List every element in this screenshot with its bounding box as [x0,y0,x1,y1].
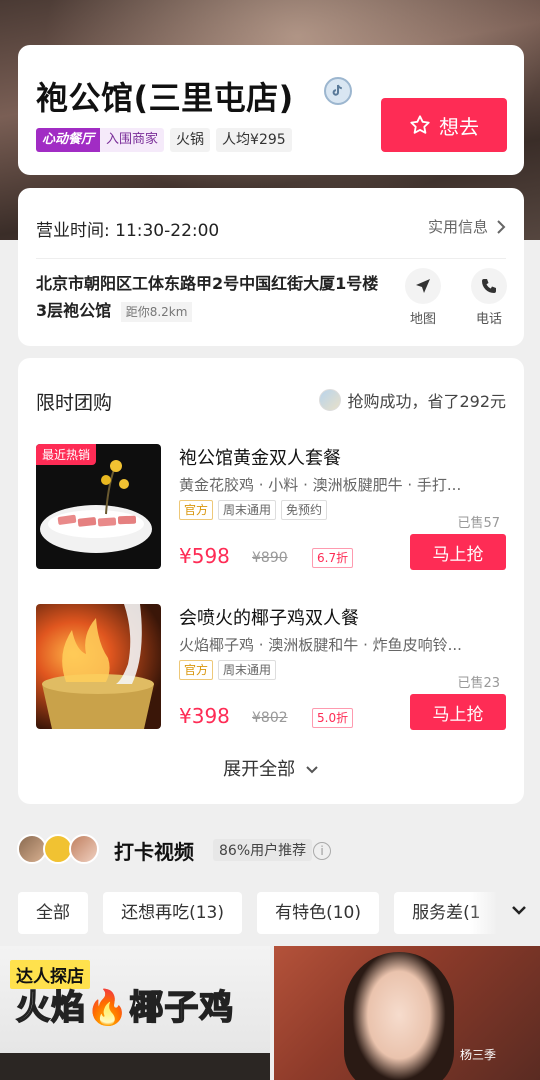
divider [36,258,506,259]
business-hours: 营业时间: 11:30-22:00 [36,221,220,241]
avg-price-tag: 人均¥295 [216,128,292,152]
chevron-right-icon [497,219,506,234]
success-text: 抢购成功，省了292元 [347,392,506,411]
map-label: 地图 [409,312,436,327]
video-filter-bar: 全部 还想再吃(13) 有特色(10) 服务差(1 [18,892,496,934]
buy-now-button[interactable]: 马上抢 [410,694,506,730]
expand-all-button[interactable]: 展开全部 [18,755,524,781]
deal-image [36,604,161,729]
no-reservation-chip: 免预约 [281,500,328,520]
deal-name: 袍公馆黄金双人套餐 [179,448,341,469]
want-label: 想去 [439,114,479,139]
weekend-chip: 周末通用 [218,500,277,520]
address-text: 北京市朝阳区工体东路甲2号中国红街大厦1号楼3层袍公馆 [36,274,379,320]
video-thumbnail[interactable]: 达人探店 火焰🔥椰子鸡 [0,946,270,1080]
shop-tags: 心动餐厅 入围商家 火锅 人均¥295 [36,128,292,152]
checkin-videos-title: 打卡视频 [114,840,194,864]
address[interactable]: 北京市朝阳区工体东路甲2号中国红街大厦1号楼3层袍公馆 距你8.2km [36,270,386,324]
deal-chips: 官方 周末通用 [179,660,277,680]
deal-item[interactable]: 最近热销 袍公馆黄金双人套餐 黄金花胶鸡 · 小料 · 澳洲板腱肥牛 · 手打.… [36,444,506,572]
category-tag: 火锅 [170,128,211,152]
shop-name: 袍公馆(三里屯店) [36,79,294,117]
map-button[interactable]: 地图 [398,268,448,327]
weekend-chip: 周末通用 [218,660,277,680]
verified-icon [324,77,352,105]
chevron-down-icon[interactable] [510,904,528,918]
watermark: 杨三季 [460,1048,497,1062]
deal-item[interactable]: 会喷火的椰子鸡双人餐 火焰椰子鸡 · 澳洲板腱和牛 · 炸鱼皮响铃... 官方 … [36,604,506,732]
deal-description: 黄金花胶鸡 · 小料 · 澳洲板腱肥牛 · 手打... [179,476,462,494]
shop-info-card: 营业时间: 11:30-22:00 实用信息 北京市朝阳区工体东路甲2号中国红街… [18,188,524,346]
deals-title: 限时团购 [36,392,113,414]
user-avatar [319,389,342,411]
practical-info-link[interactable]: 实用信息 [428,216,506,237]
star-icon [410,115,430,134]
list-badge-name: 心动餐厅 [36,128,101,152]
sold-count: 已售57 [457,516,500,531]
filter-chip-want-again[interactable]: 还想再吃(13) [103,892,242,934]
list-badge[interactable]: 心动餐厅 入围商家 [36,128,165,152]
list-badge-status: 入围商家 [100,128,165,152]
avatar [69,834,99,864]
video-caption: 火焰🔥椰子鸡 [15,987,235,1029]
deal-chips: 官方 周末通用 免预约 [179,500,328,520]
filter-fade [470,892,540,934]
want-to-go-button[interactable]: 想去 [381,98,507,152]
video-thumbnail[interactable] [274,946,540,1080]
expand-all-label: 展开全部 [223,759,296,780]
filter-chip-all[interactable]: 全部 [18,892,88,934]
filter-chip-special[interactable]: 有特色(10) [257,892,379,934]
deal-name: 会喷火的椰子鸡双人餐 [179,608,359,629]
shop-header-card: 袍公馆(三里屯店) 心动餐厅 入围商家 火锅 人均¥295 想去 [18,45,524,175]
chevron-down-icon [306,766,318,774]
phone-label: 电话 [475,312,502,327]
phone-icon [471,268,507,304]
deal-price: ¥398 [179,704,230,728]
recommender-avatars [17,834,99,864]
original-price: ¥890 [252,550,288,566]
creator-face [344,952,454,1080]
deal-description: 火焰椰子鸡 · 澳洲板腱和牛 · 炸鱼皮响铃... [179,636,462,654]
phone-button[interactable]: 电话 [464,268,514,327]
distance-badge: 距你8.2km [120,301,193,322]
navigation-icon [405,268,441,304]
official-chip: 官方 [179,500,214,520]
original-price: ¥802 [252,710,288,726]
info-icon[interactable]: i [313,842,331,860]
sold-count: 已售23 [457,676,500,691]
hot-sale-badge: 最近热销 [36,444,97,465]
official-chip: 官方 [179,660,214,680]
group-deals-card: 限时团购 抢购成功，省了292元 最近热销 袍公馆黄金双人套餐 黄金花胶鸡 · … [18,358,524,804]
discount-badge: 5.0折 [312,708,354,728]
deal-image: 最近热销 [36,444,161,569]
purchase-success-notice: 抢购成功，省了292元 [319,388,506,412]
deal-price: ¥598 [179,544,230,568]
buy-now-button[interactable]: 马上抢 [410,534,506,570]
recommend-rate-badge: 86%用户推荐 [213,839,313,861]
practical-info-label: 实用信息 [427,218,488,236]
discount-badge: 6.7折 [312,548,354,568]
